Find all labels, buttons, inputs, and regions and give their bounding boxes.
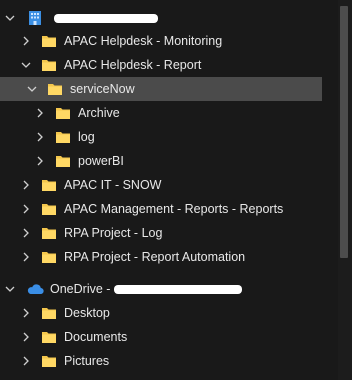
tree-item-label: log	[78, 130, 95, 144]
folder-icon	[54, 153, 72, 169]
tree-item-documents[interactable]: Documents	[20, 325, 127, 349]
folder-icon	[40, 305, 58, 321]
folder-icon	[54, 129, 72, 145]
tree-item-rpa-project-report-automation[interactable]: RPA Project - Report Automation	[20, 245, 245, 269]
tree-item-apac-management-reports[interactable]: APAC Management - Reports - Reports	[20, 197, 283, 221]
tree-item-apac-helpdesk-report[interactable]: APAC Helpdesk - Report	[20, 53, 201, 77]
tree-item-label: Archive	[78, 106, 120, 120]
chevron-right-icon[interactable]	[20, 227, 32, 239]
tree-item-apac-it-snow[interactable]: APAC IT - SNOW	[20, 173, 161, 197]
redacted-organization-name	[54, 13, 158, 23]
tree-item-log[interactable]: log	[34, 125, 95, 149]
navigation-pane: APAC Helpdesk - Monitoring APAC Helpdesk…	[0, 0, 352, 380]
folder-icon	[40, 249, 58, 265]
folder-icon	[40, 57, 58, 73]
chevron-right-icon[interactable]	[20, 179, 32, 191]
scrollbar-thumb[interactable]	[340, 6, 348, 258]
folder-icon	[40, 33, 58, 49]
folder-icon	[40, 329, 58, 345]
chevron-right-icon[interactable]	[20, 251, 32, 263]
tree-item-desktop[interactable]: Desktop	[20, 301, 110, 325]
chevron-right-icon[interactable]	[20, 35, 32, 47]
tree-item-rpa-project-log[interactable]: RPA Project - Log	[20, 221, 162, 245]
tree-item-label: serviceNow	[70, 82, 135, 96]
chevron-right-icon[interactable]	[20, 331, 32, 343]
tree-item-powerbi[interactable]: powerBI	[34, 149, 124, 173]
chevron-down-icon[interactable]	[4, 12, 16, 24]
folder-icon	[40, 225, 58, 241]
chevron-down-icon[interactable]	[4, 283, 16, 295]
chevron-right-icon[interactable]	[20, 307, 32, 319]
cloud-icon	[26, 281, 44, 297]
onedrive-label: OneDrive -	[50, 282, 111, 296]
tree-item-pictures[interactable]: Pictures	[20, 349, 109, 373]
tree-item-label: APAC Management - Reports - Reports	[64, 202, 284, 216]
tree-item-label: RPA Project - Log	[64, 226, 163, 240]
building-icon	[26, 10, 44, 26]
tree-item-label: RPA Project - Report Automation	[64, 250, 246, 264]
tree-item-apac-helpdesk-monitoring[interactable]: APAC Helpdesk - Monitoring	[20, 29, 222, 53]
folder-icon	[40, 353, 58, 369]
tree-item-archive[interactable]: Archive	[34, 101, 120, 125]
chevron-right-icon[interactable]	[34, 155, 46, 167]
vertical-scrollbar[interactable]	[338, 0, 352, 380]
tree-item-label: Pictures	[64, 354, 110, 368]
chevron-right-icon[interactable]	[34, 107, 46, 119]
tree-item-onedrive[interactable]: OneDrive -	[0, 277, 243, 301]
chevron-right-icon[interactable]	[20, 355, 32, 367]
tree-item-organization[interactable]	[0, 6, 158, 30]
redacted-onedrive-account	[114, 284, 243, 294]
chevron-right-icon[interactable]	[20, 203, 32, 215]
folder-icon	[40, 201, 58, 217]
tree-item-servicenow[interactable]: serviceNow	[0, 77, 322, 101]
tree-item-label: APAC IT - SNOW	[64, 178, 162, 192]
tree-item-label: APAC Helpdesk - Monitoring	[64, 34, 223, 48]
tree-item-label: APAC Helpdesk - Report	[64, 58, 202, 72]
folder-icon	[54, 105, 72, 121]
folder-icon	[46, 81, 64, 97]
tree-item-label: Documents	[64, 330, 128, 344]
chevron-down-icon[interactable]	[20, 59, 32, 71]
chevron-right-icon[interactable]	[34, 131, 46, 143]
chevron-down-icon[interactable]	[26, 83, 38, 95]
tree-item-label: powerBI	[78, 154, 124, 168]
folder-icon	[40, 177, 58, 193]
tree-item-label: Desktop	[64, 306, 110, 320]
